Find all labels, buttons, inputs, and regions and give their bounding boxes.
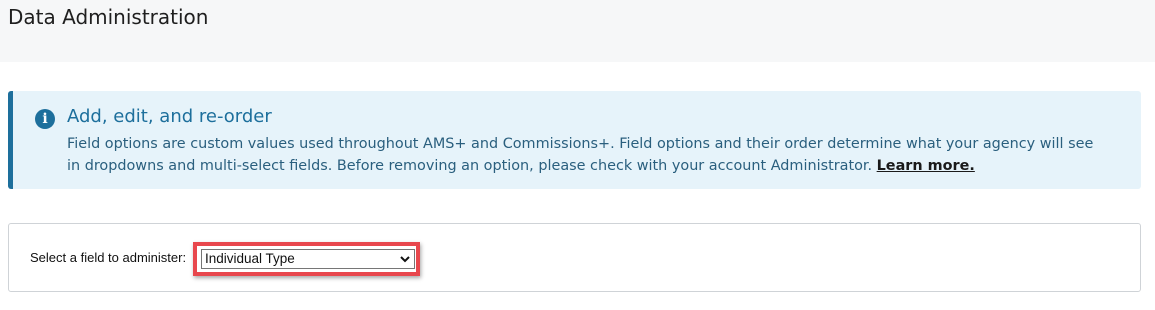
field-select-label: Select a field to administer:: [30, 250, 187, 265]
page-title: Data Administration: [8, 5, 209, 29]
page-header: Data Administration: [0, 0, 1155, 62]
info-icon: i: [35, 109, 55, 129]
chevron-down-icon: [400, 256, 410, 263]
field-select-dropdown[interactable]: Individual Type: [201, 249, 415, 269]
field-selector-panel: Select a field to administer: Individual…: [8, 223, 1141, 292]
info-banner-body: Field options are custom values used thr…: [67, 133, 1107, 177]
info-banner: i Add, edit, and re-order Field options …: [8, 91, 1141, 189]
field-select-value: Individual Type: [205, 251, 295, 266]
info-banner-heading: Add, edit, and re-order: [67, 106, 272, 127]
learn-more-link[interactable]: Learn more.: [877, 158, 975, 174]
